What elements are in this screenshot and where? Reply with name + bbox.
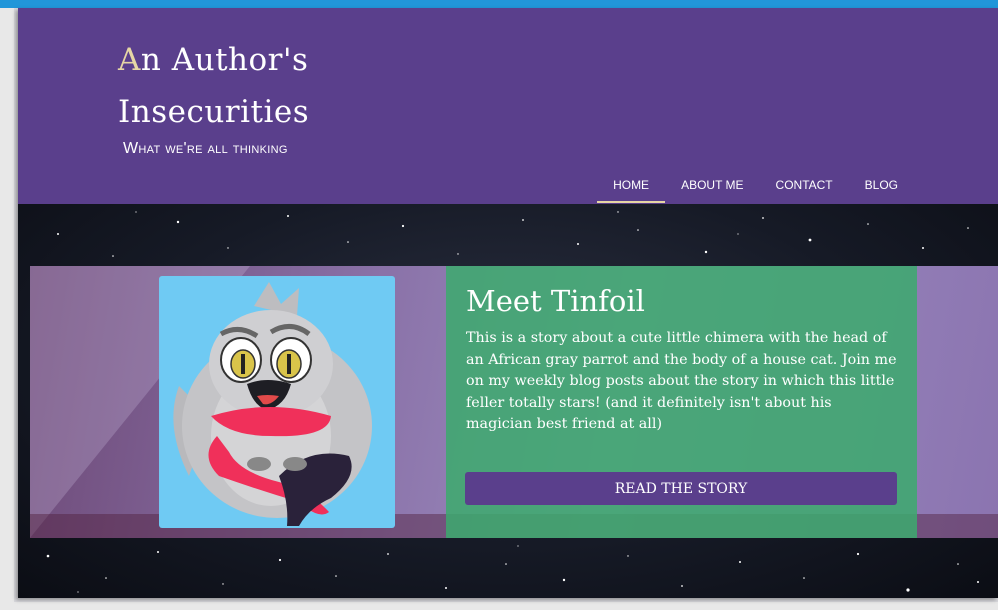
site-title-text: n Author's Insecurities — [118, 42, 310, 130]
site-title[interactable]: An Author's Insecurities — [118, 34, 378, 138]
hero-section: Meet Tinfoil This is a story about a cut… — [18, 204, 998, 598]
browser-top-strip — [0, 0, 998, 8]
site-header: An Author's Insecurities What we're all … — [18, 8, 998, 204]
tinfoil-character-image — [159, 276, 395, 528]
read-the-story-button[interactable]: READ THE STORY — [465, 472, 897, 505]
nav-item-blog[interactable]: BLOG — [849, 176, 914, 203]
site-tagline: What we're all thinking — [123, 140, 288, 157]
nav-item-about-me[interactable]: ABOUT ME — [665, 176, 759, 203]
nav-item-contact[interactable]: CONTACT — [760, 176, 849, 203]
nav-item-home[interactable]: HOME — [597, 176, 666, 203]
feature-description: This is a story about a cute little chim… — [466, 330, 897, 432]
tinfoil-illustration — [173, 282, 372, 526]
website-viewport: An Author's Insecurities What we're all … — [18, 8, 998, 598]
feature-title: Meet Tinfoil — [466, 284, 645, 318]
feature-card: Meet Tinfoil This is a story about a cut… — [446, 266, 917, 538]
main-nav: HOME ABOUT ME CONTACT BLOG — [597, 176, 914, 203]
site-title-initial: A — [118, 42, 141, 78]
site-branding: An Author's Insecurities What we're all … — [118, 34, 378, 158]
